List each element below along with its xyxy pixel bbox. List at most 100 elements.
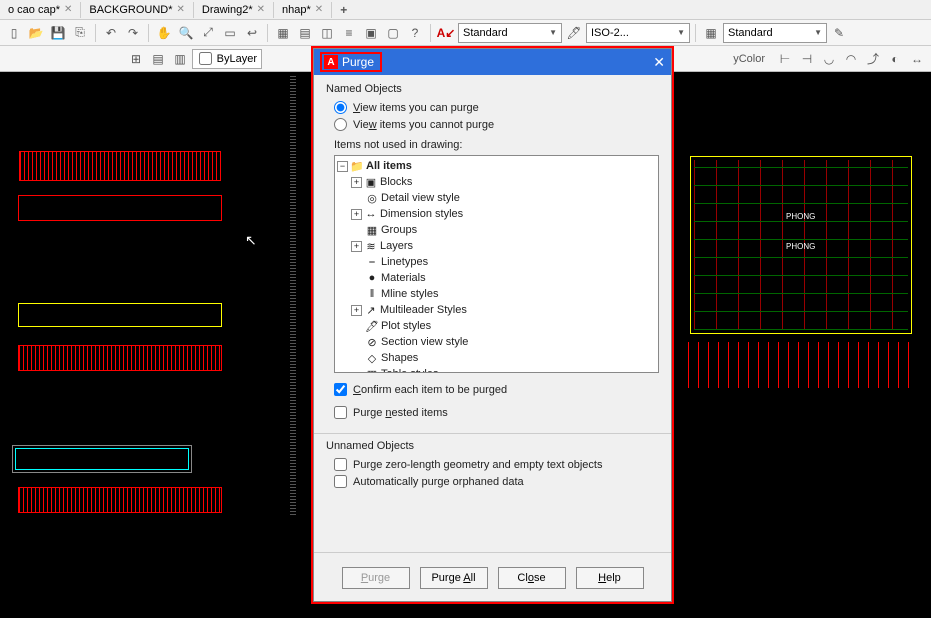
checkbox-input[interactable]	[334, 458, 347, 471]
dim2-icon[interactable]: ⊣	[797, 49, 817, 69]
calc-icon[interactable]: ▢	[383, 23, 403, 43]
checkbox-input[interactable]	[334, 383, 347, 396]
dwg-section	[686, 400, 916, 450]
tree-item-multileader[interactable]: +↗Multileader Styles	[335, 302, 658, 318]
tree-item-materials[interactable]: ●Materials	[335, 270, 658, 286]
tree-item-linetypes[interactable]: ⎯Linetypes	[335, 254, 658, 270]
redo-icon[interactable]: ↷	[123, 23, 143, 43]
tree-item-dim-styles[interactable]: +↔Dimension styles	[335, 206, 658, 222]
bylayer-check[interactable]	[199, 52, 212, 65]
checkbox-confirm[interactable]: Confirm each item to be purged	[334, 383, 659, 396]
grid-icon[interactable]: ▦	[273, 23, 293, 43]
dim1-icon[interactable]: ⊢	[775, 49, 795, 69]
dim6-icon[interactable]: ◐	[885, 49, 905, 69]
layer3-icon[interactable]: ▥	[170, 49, 190, 69]
props-icon[interactable]: ▣	[361, 23, 381, 43]
items-tree[interactable]: − 📁 All items +▣Blocks ◎Detail view styl…	[334, 155, 659, 373]
grid2-icon[interactable]: ▤	[295, 23, 315, 43]
tree-label: Shapes	[381, 352, 418, 364]
layer-combo[interactable]: ByLayer	[192, 49, 262, 69]
autocad-logo-icon: A	[324, 55, 338, 69]
dim3-icon[interactable]: ◡	[819, 49, 839, 69]
tab-drawing2[interactable]: Drawing2* ✕	[194, 2, 274, 18]
material-icon: ●	[365, 271, 379, 285]
toolbar-top: ▯ 📂 💾 ⎘ ↶ ↷ ✋ 🔍 ⤢ ▭ ↩ ▦ ▤ ◫ ≡ ▣ ▢ ? A↙ S…	[0, 20, 931, 46]
text-style-combo[interactable]: Standard ▼	[458, 23, 562, 43]
radio-input[interactable]	[334, 118, 347, 131]
tree-item-shapes[interactable]: ◇Shapes	[335, 350, 658, 366]
help-button[interactable]: Help	[576, 567, 644, 589]
tree-item-blocks[interactable]: +▣Blocks	[335, 174, 658, 190]
named-objects-label: Named Objects	[326, 83, 659, 95]
undo-icon[interactable]: ↶	[101, 23, 121, 43]
purge-all-button[interactable]: Purge All	[420, 567, 488, 589]
open-icon[interactable]: 📂	[26, 23, 46, 43]
list-icon[interactable]: ≡	[339, 23, 359, 43]
dim-style-icon[interactable]: 🖊	[564, 23, 584, 43]
close-icon[interactable]: ✕	[257, 4, 265, 15]
checkbox-orphaned[interactable]: Automatically purge orphaned data	[334, 475, 659, 488]
close-button[interactable]: Close	[498, 567, 566, 589]
zoom-prev-icon[interactable]: ↩	[242, 23, 262, 43]
saveall-icon[interactable]: ⎘	[70, 23, 90, 43]
collapse-icon[interactable]: −	[337, 161, 348, 172]
expand-icon[interactable]: +	[351, 177, 362, 188]
dwg-section	[686, 340, 916, 390]
expand-icon[interactable]: +	[351, 241, 362, 252]
layer-icon[interactable]: ⊞	[126, 49, 146, 69]
checkbox-label: Confirm each item to be purged	[353, 384, 507, 396]
snap-icon[interactable]: ◫	[317, 23, 337, 43]
tree-item-detail-view[interactable]: ◎Detail view style	[335, 190, 658, 206]
zoom-window-icon[interactable]: ▭	[220, 23, 240, 43]
tree-root[interactable]: − 📁 All items	[335, 158, 658, 174]
tab-cao-cap[interactable]: o cao cap* ✕	[0, 2, 81, 18]
table-style-combo[interactable]: Standard ▼	[723, 23, 827, 43]
close-icon[interactable]: ✕	[177, 4, 185, 15]
layer2-icon[interactable]: ▤	[148, 49, 168, 69]
dialog-titlebar[interactable]: A Purge ✕	[314, 49, 671, 75]
tree-item-mline[interactable]: ‖Mline styles	[335, 286, 658, 302]
help-icon[interactable]: ?	[405, 23, 425, 43]
dim5-icon[interactable]: ⤴	[863, 49, 883, 69]
close-icon[interactable]: ✕	[653, 54, 665, 71]
close-icon[interactable]: ✕	[315, 4, 323, 15]
dwg-elevation	[15, 484, 225, 516]
checkbox-zero-length[interactable]: Purge zero-length geometry and empty tex…	[334, 458, 659, 471]
dim4-icon[interactable]: ◠	[841, 49, 861, 69]
pan-icon[interactable]: ✋	[154, 23, 174, 43]
table-style-icon[interactable]: ▦	[701, 23, 721, 43]
tree-label: All items	[366, 160, 412, 172]
tree-item-section-view[interactable]: ⊘Section view style	[335, 334, 658, 350]
tree-label: Layers	[380, 240, 413, 252]
tree-item-layers[interactable]: +≋Layers	[335, 238, 658, 254]
separator	[314, 552, 671, 553]
add-tab-button[interactable]: +	[332, 3, 355, 17]
new-icon[interactable]: ▯	[4, 23, 24, 43]
radio-cannot-purge[interactable]: View items you cannot purge	[334, 118, 659, 131]
save-icon[interactable]: 💾	[48, 23, 68, 43]
radio-can-purge[interactable]: View items you can purge	[334, 101, 659, 114]
checkbox-nested[interactable]: Purge nested items	[334, 406, 659, 419]
purge-button[interactable]: Purge	[342, 567, 410, 589]
combo-value: ISO-2...	[591, 27, 629, 39]
radio-input[interactable]	[334, 101, 347, 114]
dim-style-combo[interactable]: ISO-2... ▼	[586, 23, 690, 43]
zoom-extent-icon[interactable]: ⤢	[198, 23, 218, 43]
style-manage-icon[interactable]: ✎	[829, 23, 849, 43]
tree-item-table-styles[interactable]: ▦Table styles	[335, 366, 658, 373]
dim7-icon[interactable]: ↔	[907, 49, 927, 69]
tree-label: Groups	[381, 224, 417, 236]
tab-nhap[interactable]: nhap* ✕	[274, 2, 332, 18]
purge-dialog: A Purge ✕ Named Objects View items you c…	[313, 48, 672, 602]
text-style-icon[interactable]: A↙	[436, 23, 456, 43]
tab-background[interactable]: BACKGROUND* ✕	[81, 2, 194, 18]
checkbox-input[interactable]	[334, 475, 347, 488]
tree-item-groups[interactable]: ▦Groups	[335, 222, 658, 238]
tree-item-plot[interactable]: 🖊Plot styles	[335, 318, 658, 334]
group-icon: ▦	[365, 223, 379, 237]
expand-icon[interactable]: +	[351, 209, 362, 220]
expand-icon[interactable]: +	[351, 305, 362, 316]
checkbox-input[interactable]	[334, 406, 347, 419]
close-icon[interactable]: ✕	[64, 4, 72, 15]
zoom-icon[interactable]: 🔍	[176, 23, 196, 43]
